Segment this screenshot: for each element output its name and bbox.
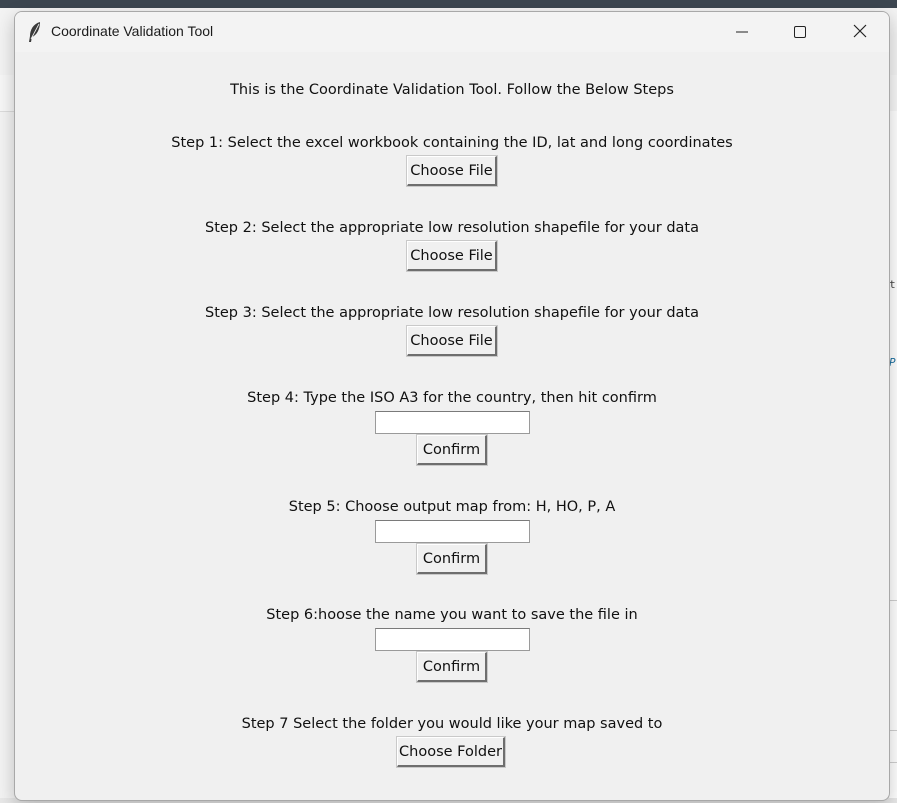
step-3-choose-file-button[interactable]: Choose File: [406, 325, 498, 357]
step-2-choose-file-button[interactable]: Choose File: [406, 240, 498, 272]
background-app-divider: [889, 600, 897, 601]
app-window: Coordinate Validation Tool This is the C…: [14, 11, 890, 801]
feather-icon: [27, 21, 43, 43]
intro-text: This is the Coordinate Validation Tool. …: [230, 82, 674, 98]
step-2-label: Step 2: Select the appropriate low resol…: [204, 220, 700, 236]
step-4-confirm-button[interactable]: Confirm: [416, 434, 488, 466]
output-map-input[interactable]: [375, 520, 530, 543]
step-1-choose-file-button[interactable]: Choose File: [406, 155, 498, 187]
close-icon: [853, 23, 867, 42]
background-app-divider: [889, 762, 897, 763]
step-5-confirm-button[interactable]: Confirm: [416, 543, 488, 575]
step-6-label: Step 6:hoose the name you want to save t…: [266, 607, 638, 623]
iso-a3-input[interactable]: [375, 411, 530, 434]
step-5-label: Step 5: Choose output map from: H, HO, P…: [288, 499, 616, 515]
step-7-choose-folder-button[interactable]: Choose Folder: [396, 736, 506, 768]
step-1-label: Step 1: Select the excel workbook contai…: [171, 135, 733, 151]
title-bar[interactable]: Coordinate Validation Tool: [15, 12, 889, 52]
minimize-button[interactable]: [713, 12, 771, 52]
maximize-button[interactable]: [771, 12, 829, 52]
background-app-divider: [889, 730, 897, 731]
step-4-label: Step 4: Type the ISO A3 for the country,…: [247, 390, 657, 406]
file-name-input[interactable]: [375, 628, 530, 651]
window-title: Coordinate Validation Tool: [51, 23, 214, 39]
step-7-label: Step 7 Select the folder you would like …: [241, 716, 663, 732]
background-app-topbar: [0, 0, 897, 8]
maximize-icon: [794, 23, 806, 42]
minimize-icon: [736, 23, 748, 42]
step-3-label: Step 3: Select the appropriate low resol…: [204, 305, 700, 321]
close-button[interactable]: [831, 12, 889, 52]
step-6-confirm-button[interactable]: Confirm: [416, 651, 488, 683]
main-content: This is the Coordinate Validation Tool. …: [15, 52, 889, 800]
